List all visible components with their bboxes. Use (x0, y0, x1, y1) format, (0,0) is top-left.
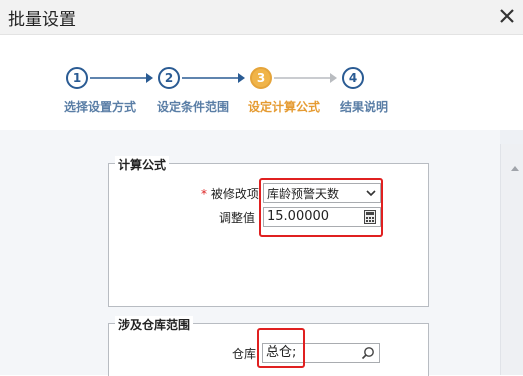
warehouse-group-legend: 涉及仓库范围 (115, 316, 194, 333)
title-bar: 批量设置 (0, 0, 523, 35)
vertical-scrollbar[interactable] (500, 144, 523, 375)
dialog-title: 批量设置 (8, 10, 76, 30)
step-3-label: 设定计算公式 (248, 100, 321, 114)
step-1-label: 选择设置方式 (64, 100, 137, 114)
content-panel: 计算公式 * 被修改项 库龄预警天数 调整值 15.00000 涉及仓库范围 仓… (0, 130, 523, 376)
required-mark: * (201, 187, 207, 201)
adjust-value-label: 调整值 (219, 211, 256, 225)
arrow-right-icon (274, 73, 337, 83)
scroll-area: 计算公式 * 被修改项 库龄预警天数 调整值 15.00000 涉及仓库范围 仓… (0, 130, 500, 376)
step-4-label: 结果说明 (340, 100, 389, 114)
highlight-box (257, 328, 305, 368)
modify-item-label-wrap: * 被修改项 (201, 185, 259, 202)
arrow-right-icon (90, 73, 153, 83)
highlight-box (259, 178, 383, 237)
search-icon[interactable] (361, 346, 375, 360)
close-button[interactable] (495, 4, 519, 28)
step-2-label: 设定条件范围 (157, 100, 230, 114)
step-2-circle: 2 (158, 67, 180, 89)
scroll-up-icon[interactable] (511, 166, 519, 171)
step-4-circle: 4 (342, 67, 364, 89)
step-3-circle: 3 (250, 67, 272, 89)
warehouse-label: 仓库 (232, 347, 257, 361)
modify-item-label: 被修改项 (210, 187, 259, 201)
formula-group-legend: 计算公式 (115, 156, 170, 173)
arrow-right-icon (182, 73, 245, 83)
close-icon (500, 9, 514, 23)
step-1-circle: 1 (66, 67, 88, 89)
